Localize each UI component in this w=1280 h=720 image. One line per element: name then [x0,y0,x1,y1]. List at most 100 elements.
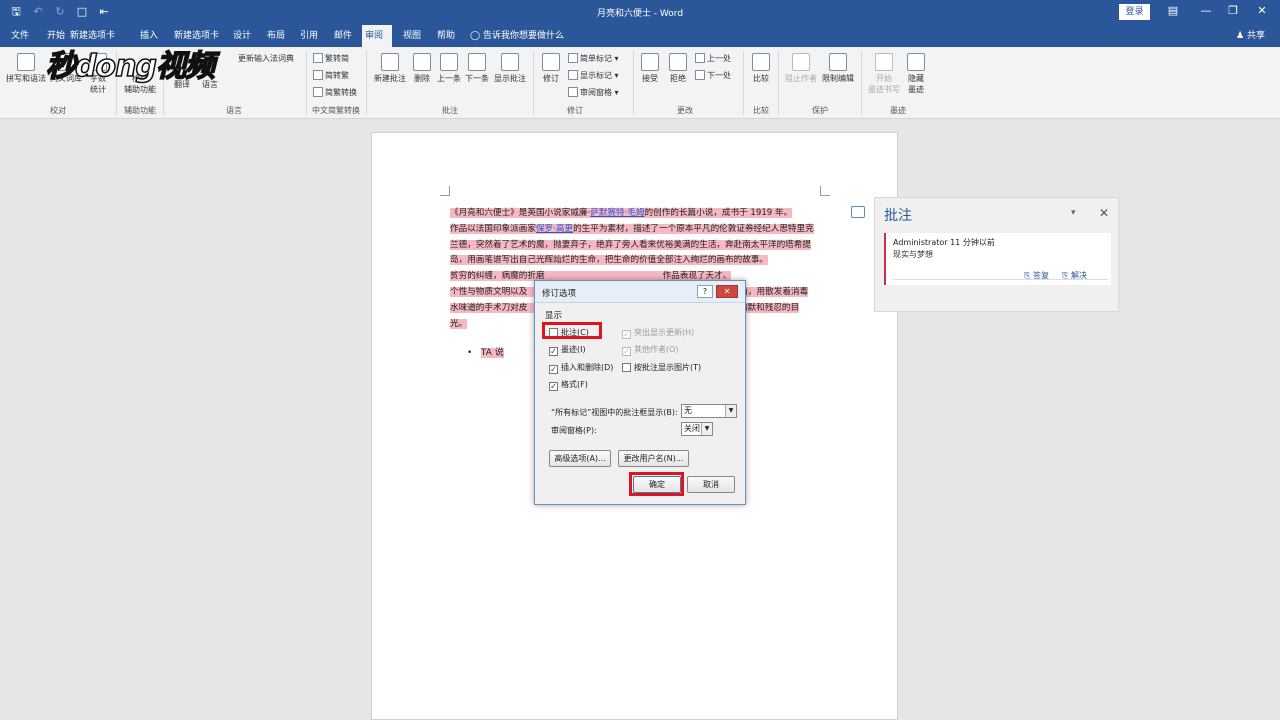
checkbox-highlight-updates[interactable]: ✓ 突出显示更新(H) [622,327,694,339]
checkbox-formatting[interactable]: ✓ 格式(F) [549,379,588,391]
tab-view[interactable]: 视图 [400,25,424,47]
start-inking-button[interactable]: 开始 墨迹书写 [866,53,902,95]
close-icon[interactable]: ✕ [1252,4,1272,17]
tab-file[interactable]: 文件 [8,25,32,47]
checkbox-pictures-by-comments[interactable]: 按批注显示图片(T) [622,362,701,373]
prev-comment-button[interactable]: 上一条 [435,53,463,84]
show-markup-label: 显示标记 [580,71,612,80]
compare-label: 比较 [753,74,769,83]
reviewing-pane-button[interactable]: 审阅窗格 ▾ [568,87,619,98]
pen-icon [875,53,893,71]
tab-mailings[interactable]: 邮件 [331,25,355,47]
person-icon: ♟ [1236,31,1245,41]
change-username-button[interactable]: 更改用户名(N)... [618,450,689,467]
hide-ink-label-1: 隐藏 [908,74,924,83]
prev-comment-icon [440,53,458,71]
balloons-select[interactable]: 无 ▼ [681,404,737,418]
hyperlink-painter[interactable]: 保罗·高更 [536,224,573,234]
margin-corner [440,186,450,196]
hyperlink-author[interactable]: 萨默赛特·毛姆 [590,208,644,218]
spelling-button[interactable]: 拼写和语法 [5,53,47,84]
block-authors-button[interactable]: 阻止作者 [783,53,819,84]
simp-to-trad-label: 简转繁 [325,71,349,80]
compare-icon [752,53,770,71]
hide-ink-label-2: 墨迹 [908,85,924,94]
tab-insert[interactable]: 插入 [137,25,161,47]
accept-label: 接受 [642,74,658,83]
show-comments-button[interactable]: 显示批注 [492,53,528,84]
show-comments-icon [501,53,519,71]
checkbox-label: 插入和删除(D) [561,363,614,372]
accept-button[interactable]: 接受 [638,53,662,84]
comment-body[interactable]: 现实与梦想 [893,249,933,260]
markup-select[interactable]: 简单标记 ▾ [568,53,619,64]
reviewing-pane-icon [568,87,578,97]
checkbox-box: ✓ [549,347,558,356]
divider [893,279,1108,280]
checkbox-insert-delete[interactable]: ✓ 插入和删除(D) [549,362,613,374]
update-ime-button[interactable]: 更新输入法词典 [238,53,294,64]
tell-me-search[interactable]: ◯ 告诉我你想要做什么 [470,25,564,47]
lightbulb-icon: ◯ [470,31,481,41]
delete-comment-button[interactable]: 删除 [411,53,433,84]
prev-change-button[interactable]: 上一处 [695,53,731,64]
trad-to-simp-button[interactable]: 繁转简 [313,53,349,64]
tab-custom-1[interactable]: 新建选项卡 [67,25,118,47]
reviewing-pane-select[interactable]: 关闭 ▼ [681,422,713,436]
comment-author: Administrator [893,238,948,247]
tab-home[interactable]: 开始 [44,25,68,47]
checkbox-ink[interactable]: ✓ 墨迹(I) [549,344,586,356]
simp-to-trad-button[interactable]: 简转繁 [313,70,349,81]
share-button[interactable]: ♟ 共享 [1236,25,1265,47]
next-change-button[interactable]: 下一处 [695,70,731,81]
hide-ink-button[interactable]: 隐藏 墨迹 [903,53,929,95]
track-changes-button[interactable]: 修订 [538,53,564,84]
tell-me-text: 告诉我你想要做什么 [482,31,564,41]
next-comment-icon [468,53,486,71]
close-icon: ✕ [723,287,731,296]
restore-icon[interactable]: ❐ [1223,4,1243,17]
checkbox-other-authors[interactable]: ✓ 其他作者(O) [622,344,679,356]
show-markup-button[interactable]: 显示标记 ▾ [568,70,619,81]
tab-custom-2[interactable]: 新建选项卡 [171,25,222,47]
paragraph-1: 《月亮和六便士》是英国小说家威廉·萨默赛特·毛姆的创作的长篇小说，成书于 191… [450,208,814,266]
restrict-editing-button[interactable]: 限制编辑 [820,53,856,84]
new-comment-button[interactable]: 新建批注 [371,53,409,84]
compare-button[interactable]: 比较 [748,53,774,84]
minimize-icon[interactable]: — [1196,4,1216,17]
chevron-down-icon[interactable]: ▾ [1071,208,1076,218]
dialog-close-button[interactable]: ✕ [716,285,738,298]
comment-marker-icon[interactable] [851,206,865,218]
bullet-item[interactable]: • TA 说 [467,346,504,360]
group-separator [778,51,779,115]
reject-button[interactable]: 拒绝 [666,53,690,84]
group-label-chinese: 中文简繁转换 [312,106,360,115]
convert-button[interactable]: 简繁转换 [313,87,357,98]
margin-corner [820,186,830,196]
dropdown-arrow-icon: ▼ [701,423,712,435]
text-run: 的创作的长篇小说，成书于 1919 年。 [644,208,793,218]
section-show: 显示 [545,311,563,321]
tab-layout[interactable]: 布局 [264,25,288,47]
checkbox-box: ✓ [549,365,558,374]
tab-design[interactable]: 设计 [230,25,254,47]
cancel-button[interactable]: 取消 [687,476,735,493]
comment-card[interactable]: Administrator 11 分钟以前 现实与梦想 ⎘ 答复 ⎘ 解决 [884,233,1111,285]
close-icon[interactable]: ✕ [1099,206,1109,220]
checkbox-label: 按批注显示图片(T) [634,363,702,372]
comments-pane: 批注 ▾ ✕ Administrator 11 分钟以前 现实与梦想 ⎘ 答复 … [874,197,1119,312]
help-button[interactable]: ? [697,285,713,298]
group-label-ink: 墨迹 [890,106,906,115]
reject-icon [669,53,687,71]
restrict-editing-label: 限制编辑 [822,74,854,83]
text-run: 光。 [450,318,468,329]
login-button[interactable]: 登录 [1119,4,1150,20]
tab-help[interactable]: 帮助 [434,25,458,47]
ribbon-display-icon[interactable]: ▤ [1163,4,1183,17]
update-ime-label: 更新输入法词典 [238,54,294,63]
tab-review[interactable]: 审阅 [362,25,392,47]
new-comment-icon [381,53,399,71]
next-comment-button[interactable]: 下一条 [463,53,491,84]
advanced-options-button[interactable]: 高级选项(A)... [549,450,611,467]
tab-references[interactable]: 引用 [297,25,321,47]
